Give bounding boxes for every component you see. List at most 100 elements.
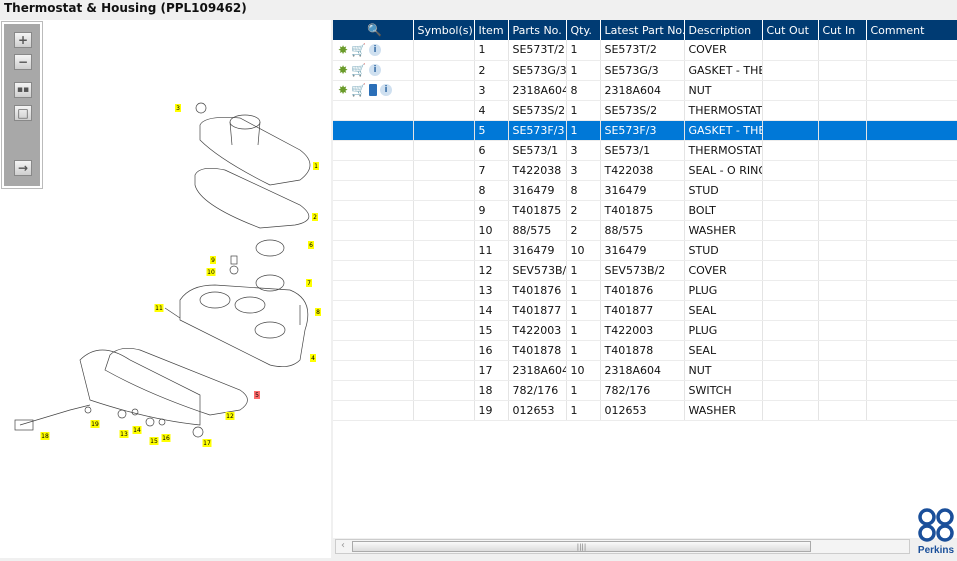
callout-19[interactable]: 19 [90,420,100,428]
table-row[interactable]: 14 T401877 1 T401877 SEAL [333,300,957,321]
qty-cell: 1 [566,380,601,401]
description-cell: SEAL [684,300,763,321]
item-cell: 8 [474,180,509,201]
info-icon[interactable]: i [369,43,382,56]
callout-label: 17 [203,440,211,447]
cart-icon[interactable]: 🛒 [351,43,366,57]
scroll-thumb[interactable]: |||| [352,541,811,552]
table-row[interactable]: 12SEV573B/21SEV573B/2COVER [333,260,957,281]
cut-out-cell [762,180,819,201]
table-row[interactable]: 19 012653 1 012653 WASHER [333,400,957,421]
table-row[interactable]: 17 2318A604 10 2318A604 NUT [333,360,957,381]
latest-part-cell: SE573F/3 [600,120,685,141]
callout-14[interactable]: 14 [132,426,142,434]
symbols-cell [413,320,475,341]
callout-16[interactable]: 16 [161,434,171,442]
symbols-cell [413,60,475,81]
exploded-diagram[interactable]: 1 2 3 4 5 6 7 8 9 10 11 12 13 14 15 16 17 18 19 [0,20,331,558]
table-row[interactable]: 10 88/575 2 88/575 WASHER [333,220,957,241]
callout-3[interactable]: 3 [175,104,181,112]
info-icon[interactable]: i [380,84,393,96]
symbols-cell [413,260,475,281]
table-row[interactable]: 18 782/176 1 782/176 SWITCH [333,380,957,401]
scroll-left-icon[interactable]: ‹ [336,540,350,553]
column-header[interactable]: Cut In [818,20,867,40]
callout-9[interactable]: 9 [210,256,216,264]
callout-12[interactable]: 12 [225,412,235,420]
comment-cell [866,220,957,241]
callout-6[interactable]: 6 [308,241,314,249]
callout-label: 14 [133,427,141,434]
table-row[interactable]: ✸ 🛒 i 3 2318A604 8 2318A604 NUT [333,80,957,101]
description-cell: SWITCH [684,380,763,401]
cut-out-cell [762,200,819,221]
qty-cell: 1 [566,60,601,81]
cut-in-cell [818,120,867,141]
comment-cell [866,160,957,181]
column-header[interactable]: Parts No. [508,20,567,40]
gear-icon[interactable]: ✸ [338,63,348,77]
cart-icon[interactable]: 🛒 [351,63,366,77]
table-row[interactable]: 16 T401878 1 T401878 SEAL [333,340,957,361]
symbols-cell [413,300,475,321]
column-header[interactable]: Description [684,20,763,40]
column-header[interactable]: Latest Part No. [600,20,685,40]
gear-icon[interactable]: ✸ [338,43,348,57]
single-view-button[interactable]: □ [14,105,32,121]
column-header[interactable]: Symbol(s) [413,20,475,40]
row-icons [333,120,414,141]
qty-cell: 1 [566,340,601,361]
row-icons: ✸ 🛒 i [333,40,414,61]
table-row[interactable]: 7 T422038 3 T422038 SEAL - O RING [333,160,957,181]
callout-7[interactable]: 7 [306,279,312,287]
qty-cell: 10 [566,240,601,261]
zoom-out-button[interactable]: − [14,54,32,70]
latest-part-cell: 012653 [600,400,685,421]
horizontal-scrollbar[interactable]: ‹ |||| [335,539,910,554]
book-icon[interactable] [369,84,378,96]
table-row[interactable]: 6 SE573/1 3 SE573/1 THERMOSTAT [333,140,957,161]
item-cell: 15 [474,320,509,341]
table-row[interactable]: 5SE573F/31SE573F/3GASKET - THER [333,120,957,141]
callout-10[interactable]: 10 [206,268,216,276]
zoom-in-button[interactable]: + [14,32,32,48]
callout-8[interactable]: 8 [315,308,321,316]
table-row[interactable]: ✸🛒i2SE573G/31SE573G/3GASKET - THER [333,60,957,81]
table-row[interactable]: 11 316479 10 316479 STUD [333,240,957,261]
column-header[interactable]: Comment [866,20,957,40]
symbols-cell [413,100,475,121]
callout-15[interactable]: 15 [149,437,159,445]
cart-icon[interactable]: 🛒 [351,83,366,97]
table-row[interactable]: 13 T401876 1 T401876 PLUG [333,280,957,301]
latest-part-cell: 316479 [600,180,685,201]
qty-cell: 2 [566,200,601,221]
table-row[interactable]: ✸ 🛒 i 1 SE573T/2 1 SE573T/2 COVER [333,40,957,61]
latest-part-cell: SE573T/2 [600,40,685,61]
callout-13[interactable]: 13 [119,430,129,438]
gear-icon[interactable]: ✸ [338,83,348,97]
table-row[interactable]: 4 SE573S/2 1 SE573S/2 THERMOSTAT I [333,100,957,121]
info-icon[interactable]: i [369,64,382,76]
callout-2[interactable]: 2 [312,213,318,221]
table-row[interactable]: 8 316479 8 316479 STUD [333,180,957,201]
description-cell: WASHER [684,220,763,241]
column-header[interactable]: Item [474,20,509,40]
callout-17[interactable]: 17 [202,439,212,447]
callout-11[interactable]: 11 [154,304,164,312]
description-cell: GASKET - THER [684,120,763,141]
search-parts-icon[interactable]: 🔍 [367,23,382,37]
table-row[interactable]: 15 T422003 1 T422003 PLUG [333,320,957,341]
part-no-cell: SE573T/2 [508,40,567,61]
column-header[interactable]: Cut Out [762,20,819,40]
callout-4[interactable]: 4 [310,354,316,362]
column-header[interactable]: 🔍 [333,20,414,40]
callout-5[interactable]: 5 [254,391,260,399]
fit-view-button[interactable]: ▪▪ [14,82,32,98]
table-row[interactable]: 9 T401875 2 T401875 BOLT [333,200,957,221]
arrow-right-icon: → [17,161,29,175]
callout-1[interactable]: 1 [313,162,319,170]
callout-18[interactable]: 18 [40,432,50,440]
part-no-cell: 88/575 [508,220,567,241]
column-header[interactable]: Qty. [566,20,601,40]
export-button[interactable]: → [14,160,32,176]
